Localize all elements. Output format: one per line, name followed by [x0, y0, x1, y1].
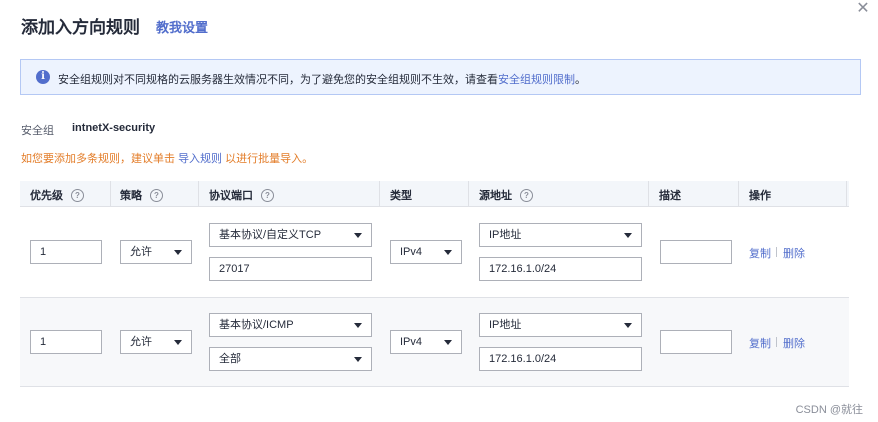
- priority-input[interactable]: 1: [30, 330, 102, 354]
- source-ip-input[interactable]: 172.16.1.0/24: [479, 257, 642, 281]
- close-icon[interactable]: ✕: [854, 0, 872, 18]
- info-text: 安全组规则对不同规格的云服务器生效情况不同，为了避免您的安全组规则不生效，请查看…: [58, 71, 586, 87]
- column-divider: [110, 181, 111, 207]
- info-icon: i: [36, 70, 50, 84]
- col-description: 描述: [659, 187, 681, 203]
- info-suffix: 。: [575, 74, 586, 86]
- security-group-label: 安全组: [21, 125, 54, 137]
- column-divider: [379, 181, 380, 207]
- col-policy: 策略?: [120, 187, 163, 203]
- help-icon[interactable]: ?: [71, 188, 84, 202]
- col-description-label: 描述: [659, 190, 681, 202]
- table-row: 1 允许 基本协议/自定义TCP 27017 IPv4 IP地址 172.16.…: [20, 207, 849, 298]
- security-group-value: intnetX-security: [72, 122, 156, 134]
- col-type-label: 类型: [390, 190, 412, 202]
- info-banner: i 安全组规则对不同规格的云服务器生效情况不同，为了避免您的安全组规则不生效，请…: [20, 59, 861, 95]
- description-input[interactable]: [660, 240, 732, 264]
- column-divider: [648, 181, 649, 207]
- copy-button[interactable]: 复制: [749, 245, 771, 261]
- col-source-label: 源地址: [479, 190, 512, 202]
- action-divider: [776, 247, 777, 257]
- import-hint-prefix: 如您要添加多条规则，建议单击: [21, 153, 175, 165]
- rule-limit-link[interactable]: 安全组规则限制: [498, 74, 575, 86]
- action-divider: [776, 337, 777, 347]
- policy-select[interactable]: 允许: [120, 330, 192, 354]
- column-divider: [846, 181, 847, 207]
- table-row: 1 允许 基本协议/ICMP 全部 IPv4 IP地址 172.16.1.0/2…: [20, 298, 849, 387]
- type-select[interactable]: IPv4: [390, 240, 462, 264]
- watermark: CSDN @就往: [795, 404, 863, 416]
- col-source: 源地址?: [479, 187, 533, 203]
- col-policy-label: 策略: [120, 190, 142, 202]
- tutorial-link[interactable]: 教我设置: [156, 17, 208, 36]
- protocol-select[interactable]: 基本协议/自定义TCP: [209, 223, 372, 247]
- import-hint-suffix: 以进行批量导入。: [225, 153, 314, 165]
- col-protocol-port: 协议端口?: [209, 187, 274, 203]
- priority-input[interactable]: 1: [30, 240, 102, 264]
- dialog-title: 添加入方向规则: [21, 18, 140, 37]
- port-select[interactable]: 全部: [209, 347, 372, 371]
- col-protocol-port-label: 协议端口: [209, 190, 253, 202]
- col-priority: 优先级?: [30, 187, 84, 203]
- col-priority-label: 优先级: [30, 190, 63, 202]
- policy-select[interactable]: 允许: [120, 240, 192, 264]
- delete-button[interactable]: 删除: [783, 335, 805, 351]
- delete-button[interactable]: 删除: [783, 245, 805, 261]
- source-type-select[interactable]: IP地址: [479, 313, 642, 337]
- column-divider: [198, 181, 199, 207]
- col-actions-label: 操作: [749, 190, 771, 202]
- source-ip-input[interactable]: 172.16.1.0/24: [479, 347, 642, 371]
- column-divider: [468, 181, 469, 207]
- help-icon[interactable]: ?: [261, 188, 274, 202]
- type-select[interactable]: IPv4: [390, 330, 462, 354]
- help-icon[interactable]: ?: [520, 188, 533, 202]
- col-actions: 操作: [749, 187, 771, 203]
- copy-button[interactable]: 复制: [749, 335, 771, 351]
- import-hint: 如您要添加多条规则，建议单击 导入规则 以进行批量导入。: [21, 150, 313, 166]
- description-input[interactable]: [660, 330, 732, 354]
- source-type-select[interactable]: IP地址: [479, 223, 642, 247]
- table-header: 优先级? 策略? 协议端口? 类型 源地址? 描述 操作: [20, 181, 849, 207]
- help-icon[interactable]: ?: [150, 188, 163, 202]
- import-rules-link[interactable]: 导入规则: [178, 153, 222, 165]
- col-type: 类型: [390, 187, 412, 203]
- column-divider: [738, 181, 739, 207]
- port-input[interactable]: 27017: [209, 257, 372, 281]
- protocol-select[interactable]: 基本协议/ICMP: [209, 313, 372, 337]
- info-message: 安全组规则对不同规格的云服务器生效情况不同，为了避免您的安全组规则不生效，请查看: [58, 74, 498, 86]
